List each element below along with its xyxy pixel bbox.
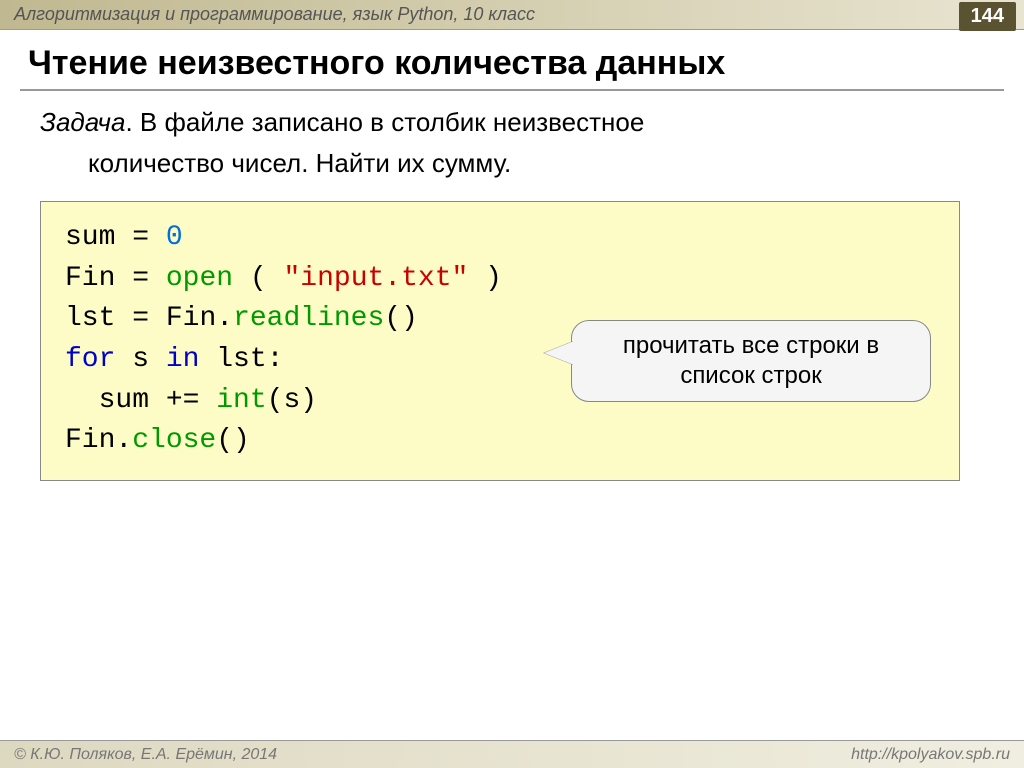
task-line-2: количество чисел. Найти их сумму. [0,142,1024,183]
code-line-2: Fin = open ( "input.txt" ) [65,259,935,300]
task-line-1: Задача. В файле записано в столбик неизв… [0,101,1024,142]
title-divider [20,89,1004,91]
code-block: sum = 0 Fin = open ( "input.txt" ) lst =… [40,201,960,481]
code-line-6: Fin.close() [65,421,935,462]
callout-tail-icon [544,341,574,365]
code-line-1: sum = 0 [65,218,935,259]
header-subject: Алгоритмизация и программирование, язык … [14,4,535,25]
callout-text: прочитать все строки в список строк [623,332,879,389]
task-label: Задача [40,107,125,137]
footer-url: http://kpolyakov.spb.ru [851,746,1010,764]
slide-title: Чтение неизвестного количества данных [0,30,1024,87]
footer-copyright: © К.Ю. Поляков, Е.А. Ерёмин, 2014 [14,746,277,764]
slide-header: Алгоритмизация и программирование, язык … [0,0,1024,30]
callout-bubble: прочитать все строки в список строк [571,320,931,402]
page-number: 144 [959,2,1016,31]
task-text-1: . В файле записано в столбик неизвестное [125,107,644,137]
slide-footer: © К.Ю. Поляков, Е.А. Ерёмин, 2014 http:/… [0,740,1024,768]
